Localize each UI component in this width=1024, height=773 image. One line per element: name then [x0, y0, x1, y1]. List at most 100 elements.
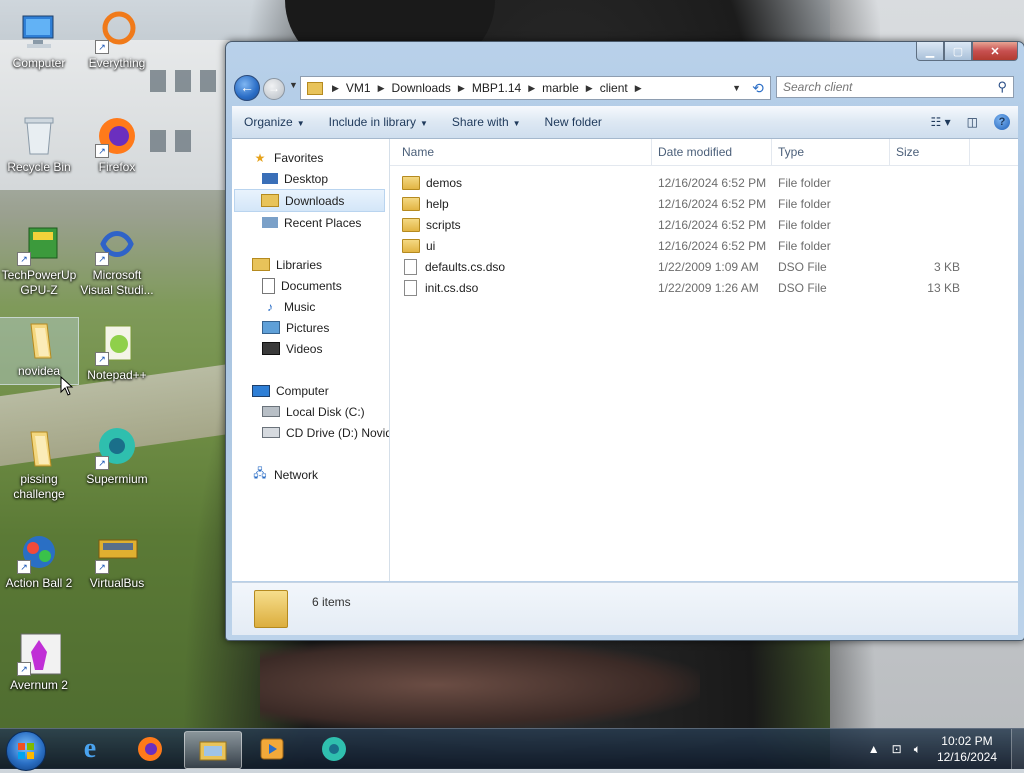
desktop-icon-pissing-challenge[interactable]: pissing challenge — [0, 426, 78, 502]
explorer-window: ▁ ▢ ✕ ← → ▼ ▶ VM1 ▶ Downloads ▶ MBP1.14 … — [225, 41, 1024, 641]
nav-music[interactable]: ♪ Music — [232, 296, 389, 317]
new-folder-button[interactable]: New folder — [533, 115, 614, 129]
file-name: init.cs.dso — [425, 280, 479, 295]
taskbar-windows-explorer[interactable] — [184, 731, 242, 769]
breadcrumb-arrow-icon[interactable]: ▶ — [375, 83, 388, 94]
nav-desktop[interactable]: Desktop — [232, 168, 389, 189]
column-header-size[interactable]: Size — [890, 139, 970, 165]
breadcrumb-marble[interactable]: marble — [538, 81, 583, 95]
desktop-icon-visual-studio[interactable]: ↗ Microsoft Visual Studi... — [78, 222, 156, 298]
shortcut-arrow-icon: ↗ — [17, 252, 31, 266]
forward-button[interactable]: → — [263, 78, 285, 100]
table-row[interactable]: ui 12/16/2024 6:52 PM File folder — [390, 235, 1018, 256]
supermium-icon — [322, 737, 346, 761]
desktop-icon-recycle-bin[interactable]: Recycle Bin — [0, 114, 78, 175]
preview-pane-button[interactable]: ◫ — [967, 115, 978, 129]
help-button[interactable]: ? — [994, 114, 1010, 130]
file-name: demos — [426, 175, 463, 190]
desktop-icon — [262, 173, 278, 184]
nav-documents[interactable]: Documents — [232, 275, 389, 296]
breadcrumb-downloads[interactable]: Downloads — [388, 81, 455, 95]
nav-cd-drive[interactable]: CD Drive (D:) Novide — [232, 422, 389, 443]
clock-time: 10:02 PM — [941, 734, 993, 748]
share-with-button[interactable]: Share with ▼ — [440, 115, 533, 129]
show-desktop-button[interactable] — [1011, 729, 1024, 769]
nav-label: Pictures — [286, 320, 330, 335]
start-button[interactable] — [6, 731, 46, 771]
nav-label: Network — [274, 467, 319, 482]
table-row[interactable]: demos 12/16/2024 6:52 PM File folder — [390, 172, 1018, 193]
column-header-date[interactable]: Date modified — [652, 139, 772, 165]
organize-label: Organize — [244, 115, 293, 129]
clock[interactable]: 10:02 PM 12/16/2024 — [937, 733, 997, 765]
desktop-icon-virtualbus[interactable]: ↗ VirtualBus — [78, 530, 156, 591]
address-bar[interactable]: ▶ VM1 ▶ Downloads ▶ MBP1.14 ▶ marble ▶ c… — [300, 76, 748, 100]
nav-label: Videos — [286, 341, 323, 356]
back-button[interactable]: ← — [234, 75, 260, 101]
folder-icon — [402, 175, 420, 190]
search-input[interactable] — [777, 77, 989, 97]
taskbar-supermium[interactable] — [306, 731, 362, 767]
minimize-button[interactable]: ▁ — [916, 42, 944, 61]
table-row[interactable]: help 12/16/2024 6:52 PM File folder — [390, 193, 1018, 214]
share-with-label: Share with — [451, 115, 509, 129]
desktop-icon-everything[interactable]: ↗ Everything — [78, 10, 156, 71]
taskbar-internet-explorer[interactable]: e — [62, 731, 118, 767]
network-icon: 🖧 — [253, 466, 267, 480]
refresh-button[interactable]: ⟲ — [746, 76, 771, 100]
search-icon[interactable]: ⚲ — [997, 79, 1007, 95]
nav-downloads[interactable]: Downloads — [234, 189, 385, 212]
address-dropdown-icon[interactable]: ▼ — [726, 83, 747, 93]
organize-button[interactable]: Organize ▼ — [232, 115, 317, 129]
nav-videos[interactable]: Videos — [232, 338, 389, 359]
nav-libraries[interactable]: Libraries — [232, 254, 389, 275]
breadcrumb-client[interactable]: client — [596, 81, 632, 95]
folder-icon — [402, 217, 420, 232]
nav-network[interactable]: 🖧 Network — [232, 464, 389, 485]
breadcrumb-vm1[interactable]: VM1 — [342, 81, 375, 95]
include-in-library-button[interactable]: Include in library ▼ — [317, 115, 440, 129]
table-row[interactable]: init.cs.dso 1/22/2009 1:26 AM DSO File 1… — [390, 277, 1018, 298]
table-row[interactable]: scripts 12/16/2024 6:52 PM File folder — [390, 214, 1018, 235]
desktop-icon-supermium[interactable]: ↗ Supermium — [78, 426, 156, 487]
everything-icon: ↗ — [95, 10, 139, 54]
breadcrumb-arrow-icon[interactable]: ▶ — [455, 83, 468, 94]
shortcut-arrow-icon: ↗ — [17, 560, 31, 574]
close-button[interactable]: ✕ — [972, 42, 1018, 61]
window-controls: ▁ ▢ ✕ — [916, 42, 1018, 61]
breadcrumb-arrow-icon[interactable]: ▶ — [632, 83, 645, 94]
nav-recent-places[interactable]: Recent Places — [232, 212, 389, 233]
volume-icon[interactable]: 🔈︎ — [914, 742, 921, 757]
taskbar-firefox[interactable] — [122, 731, 178, 767]
desktop-icon-gpu-z[interactable]: ↗ TechPowerUp GPU-Z — [0, 222, 78, 298]
desktop-icon-action-ball-2[interactable]: ↗ Action Ball 2 — [0, 530, 78, 591]
breadcrumb-arrow-icon[interactable]: ▶ — [583, 83, 596, 94]
view-controls: ☷ ▾ ◫ ? — [923, 114, 1018, 130]
desktop-icon-firefox[interactable]: ↗ Firefox — [78, 114, 156, 175]
nav-favorites[interactable]: ★ Favorites — [232, 147, 389, 168]
taskbar-media-player[interactable] — [244, 731, 300, 767]
breadcrumb-mbp[interactable]: MBP1.14 — [468, 81, 525, 95]
file-type: File folder — [778, 175, 831, 190]
breadcrumb-arrow-icon[interactable]: ▶ — [329, 83, 342, 94]
column-header-type[interactable]: Type — [772, 139, 890, 165]
recent-pages-dropdown[interactable]: ▼ — [289, 80, 298, 90]
table-row[interactable]: defaults.cs.dso 1/22/2009 1:09 AM DSO Fi… — [390, 256, 1018, 277]
network-icon[interactable]: ⊡ — [892, 742, 902, 756]
desktop-icon-notepad-plus-plus[interactable]: ↗ Notepad++ — [78, 322, 156, 383]
nav-computer[interactable]: Computer — [232, 380, 389, 401]
column-header-name[interactable]: Name — [390, 139, 652, 165]
nav-local-disk[interactable]: Local Disk (C:) — [232, 401, 389, 422]
documents-icon — [262, 277, 275, 294]
search-box: ⚲ — [776, 76, 1014, 98]
breadcrumb-arrow-icon[interactable]: ▶ — [525, 83, 538, 94]
details-pane: 6 items — [232, 582, 1018, 635]
desktop-icon-novidea[interactable]: novidea — [0, 317, 79, 385]
nav-label: Documents — [281, 278, 342, 293]
desktop-icon-computer[interactable]: Computer — [0, 10, 78, 71]
nav-pictures[interactable]: Pictures — [232, 317, 389, 338]
maximize-button[interactable]: ▢ — [944, 42, 972, 61]
change-view-button[interactable]: ☷ ▾ — [931, 115, 951, 129]
show-hidden-icons-button[interactable]: ▲ — [868, 742, 880, 756]
desktop-icon-avernum-2[interactable]: ↗ Avernum 2 — [0, 632, 78, 693]
